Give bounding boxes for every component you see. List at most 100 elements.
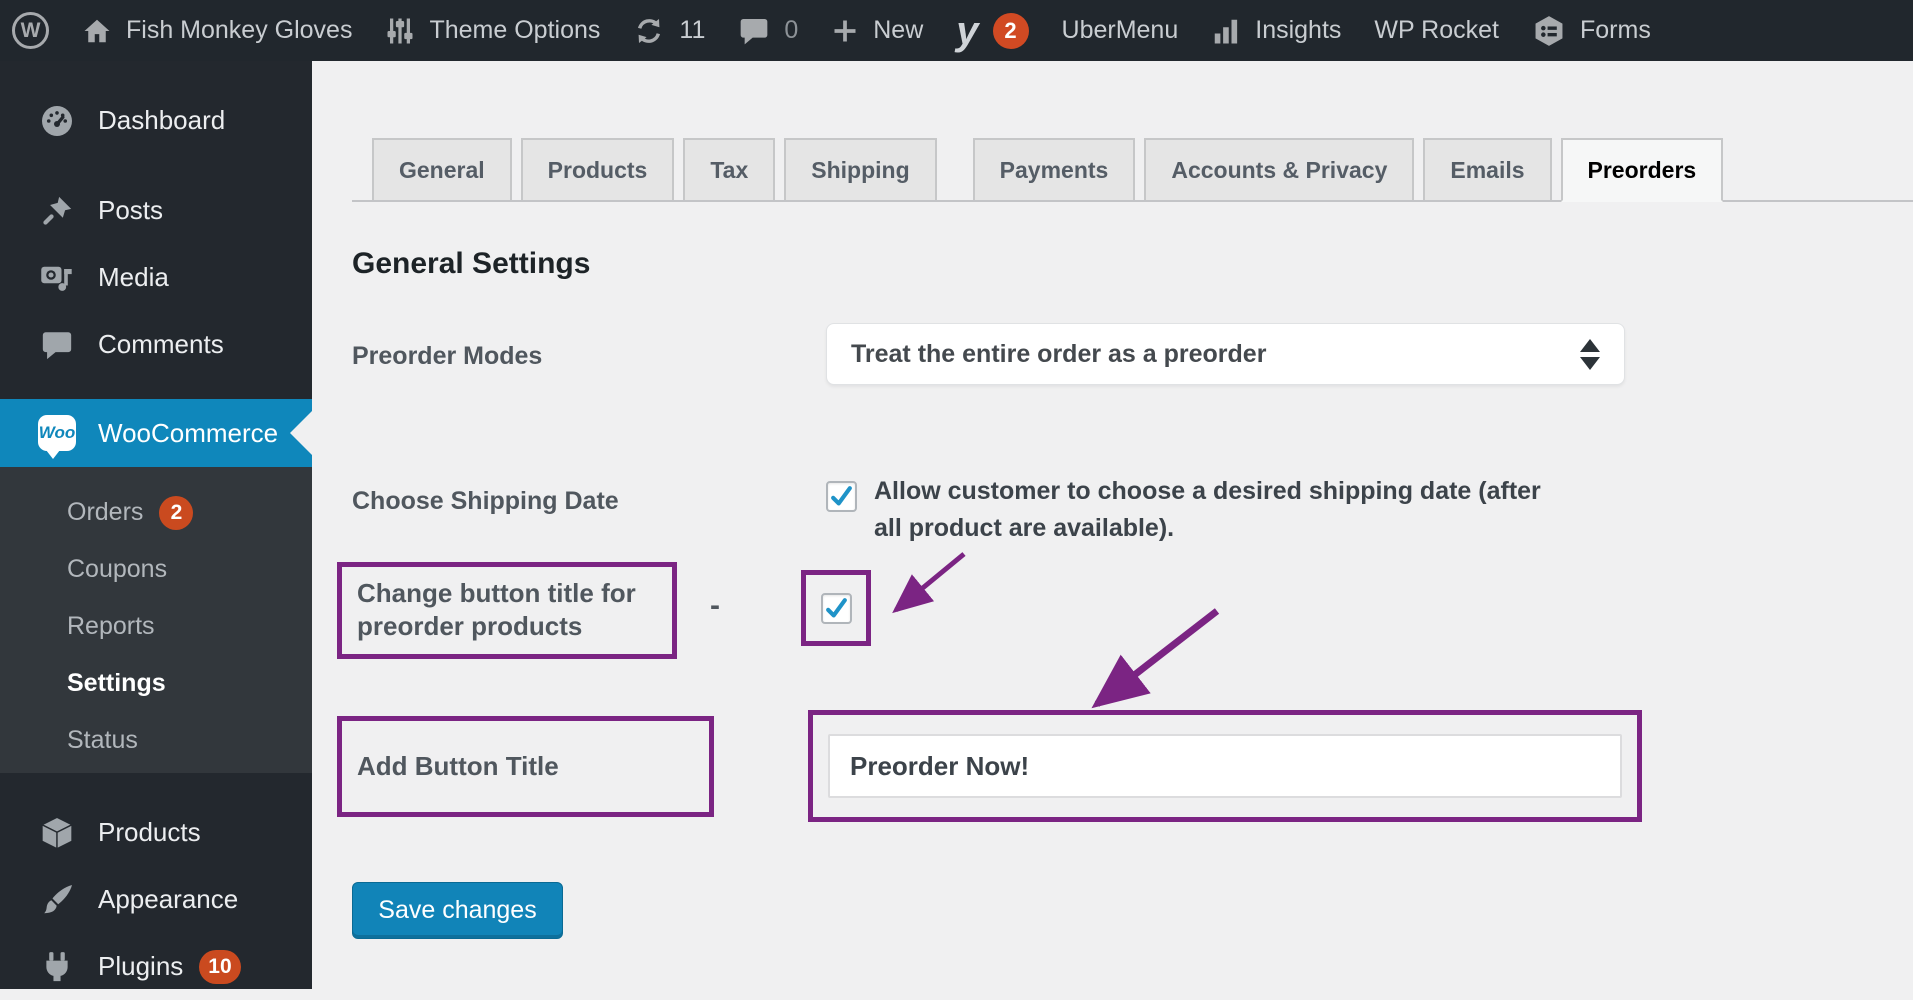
select-updown-icon <box>1580 339 1600 370</box>
tab-payments[interactable]: Payments <box>973 138 1136 200</box>
choose-shipping-date-description: Allow customer to choose a desired shipp… <box>874 473 1574 547</box>
forms-link[interactable]: Forms <box>1532 14 1651 48</box>
preorder-modes-label: Preorder Modes <box>352 342 542 371</box>
ubermenu-link[interactable]: UberMenu <box>1062 16 1179 45</box>
camera-media-icon <box>38 260 76 296</box>
update-arrows-icon <box>633 15 665 47</box>
preorder-modes-selected-value: Treat the entire order as a preorder <box>851 340 1580 369</box>
theme-options-label: Theme Options <box>429 16 600 45</box>
plug-icon <box>38 950 76 984</box>
new-label: New <box>873 16 923 45</box>
sidebar-subitem-reports[interactable]: Reports <box>0 598 312 655</box>
new-content-button[interactable]: New <box>831 16 923 45</box>
home-icon <box>82 16 112 46</box>
annotation-box-checkbox <box>801 570 871 646</box>
sidebar-subitem-orders[interactable]: Orders 2 <box>0 484 312 541</box>
bar-chart-icon <box>1211 16 1241 46</box>
annotation-box-change-button-title: Change button title for preorder product… <box>337 562 677 659</box>
change-button-title-label: Change button title for preorder product… <box>357 577 672 643</box>
menu-lower-group: Products Appearance Plugins 10 <box>0 799 312 1000</box>
dash-separator: - <box>710 589 720 623</box>
change-button-title-checkbox[interactable] <box>821 593 852 624</box>
woocommerce-icon: Woo <box>38 415 76 451</box>
sidebar-item-label: Plugins <box>98 951 183 982</box>
yoast-notification-badge: 2 <box>993 13 1029 49</box>
forms-label: Forms <box>1580 16 1651 45</box>
choose-shipping-date-checkbox[interactable] <box>826 481 857 512</box>
tab-general[interactable]: General <box>372 138 512 200</box>
paintbrush-icon <box>38 882 76 918</box>
sidebar-item-label: Comments <box>98 329 224 360</box>
wordpress-menu-button[interactable]: W <box>12 12 49 49</box>
sidebar-item-comments[interactable]: Comments <box>0 311 312 378</box>
settings-page: General Products Tax Shipping Payments A… <box>312 61 1913 989</box>
checkmark-icon <box>829 484 854 509</box>
tab-tax[interactable]: Tax <box>683 138 775 200</box>
sidebar-subitem-coupons[interactable]: Coupons <box>0 541 312 598</box>
choose-shipping-date-label: Choose Shipping Date <box>352 487 619 516</box>
sidebar-item-label: Products <box>98 817 201 848</box>
wordpress-logo-icon: W <box>12 12 49 49</box>
plus-icon <box>831 17 859 45</box>
yoast-seo-menu[interactable]: y 2 <box>956 13 1028 49</box>
sidebar-subitem-settings[interactable]: Settings <box>0 655 312 712</box>
orders-count-badge: 2 <box>159 496 193 530</box>
current-menu-arrow <box>290 411 312 455</box>
pushpin-icon <box>38 194 76 228</box>
sidebar-item-label: WooCommerce <box>98 418 278 449</box>
tab-preorders[interactable]: Preorders <box>1561 138 1724 202</box>
settings-tab-bar: General Products Tax Shipping Payments A… <box>352 138 1913 202</box>
gravity-forms-hexagon-icon <box>1532 14 1566 48</box>
checkmark-icon <box>824 596 849 621</box>
dashboard-gauge-icon <box>38 103 76 139</box>
tab-accounts-privacy[interactable]: Accounts & Privacy <box>1144 138 1414 200</box>
add-button-title-label: Add Button Title <box>357 751 559 782</box>
sidebar-item-label: Appearance <box>98 884 238 915</box>
insights-label: Insights <box>1255 16 1341 45</box>
sidebar-item-dashboard[interactable]: Dashboard <box>0 87 312 154</box>
sidebar-item-plugins[interactable]: Plugins 10 <box>0 933 312 1000</box>
sidebar-item-products[interactable]: Products <box>0 799 312 866</box>
comment-count: 0 <box>784 16 798 45</box>
updates-link[interactable]: 11 <box>633 15 705 47</box>
admin-sidebar: Dashboard Posts Media Comments <box>0 61 312 989</box>
page-title: General Settings <box>352 247 590 281</box>
sidebar-item-appearance[interactable]: Appearance <box>0 866 312 933</box>
ubermenu-label: UberMenu <box>1062 16 1179 45</box>
annotation-box-add-button-title: Add Button Title <box>337 716 714 817</box>
annotation-box-title-input <box>808 710 1642 822</box>
annotation-arrow-small <box>872 546 982 631</box>
woocommerce-submenu: Orders 2 Coupons Reports Settings Status <box>0 467 312 773</box>
preorder-modes-select[interactable]: Treat the entire order as a preorder <box>826 323 1625 385</box>
menu-separator <box>0 154 312 177</box>
sidebar-item-posts[interactable]: Posts <box>0 177 312 244</box>
theme-options-link[interactable]: Theme Options <box>385 16 600 46</box>
insights-link[interactable]: Insights <box>1211 16 1341 46</box>
tab-emails[interactable]: Emails <box>1423 138 1551 200</box>
tab-shipping[interactable]: Shipping <box>784 138 936 200</box>
yoast-seo-icon: y <box>956 13 978 49</box>
wp-rocket-label: WP Rocket <box>1374 16 1499 45</box>
wp-rocket-link[interactable]: WP Rocket <box>1374 16 1499 45</box>
comment-bubble-icon <box>38 328 76 362</box>
save-changes-button[interactable]: Save changes <box>352 882 563 939</box>
site-name: Fish Monkey Gloves <box>126 16 352 45</box>
sidebar-item-woocommerce[interactable]: Woo WooCommerce <box>0 399 312 467</box>
button-title-input[interactable] <box>828 734 1622 798</box>
comment-bubble-icon <box>738 15 770 47</box>
annotation-arrow-large <box>1052 601 1232 726</box>
cube-box-icon <box>38 815 76 851</box>
menu-separator <box>0 378 312 399</box>
update-count: 11 <box>679 16 705 45</box>
tab-products[interactable]: Products <box>521 138 675 200</box>
comments-link[interactable]: 0 <box>738 15 798 47</box>
site-home-link[interactable]: Fish Monkey Gloves <box>82 16 352 46</box>
sidebar-item-label: Dashboard <box>98 105 225 136</box>
plugins-count-badge: 10 <box>199 950 240 984</box>
sidebar-subitem-status[interactable]: Status <box>0 712 312 769</box>
admin-top-bar: W Fish Monkey Gloves Theme Options 11 <box>0 0 1913 61</box>
sliders-icon <box>385 16 415 46</box>
sidebar-item-label: Posts <box>98 195 163 226</box>
sidebar-item-label: Media <box>98 262 169 293</box>
sidebar-item-media[interactable]: Media <box>0 244 312 311</box>
